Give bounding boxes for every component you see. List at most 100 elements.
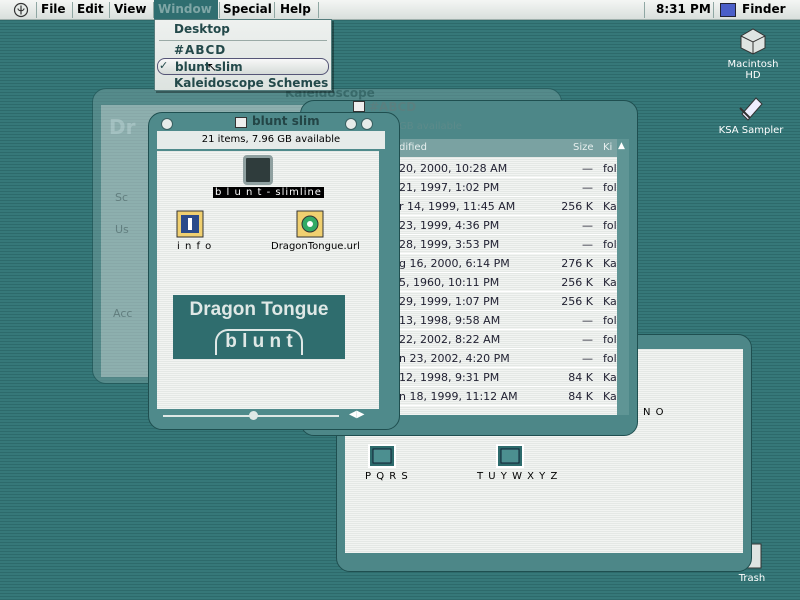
cell-size: —: [582, 219, 593, 232]
list-item[interactable]: n 18, 1999, 11:12 AM 84 K Ka: [397, 387, 617, 406]
label-fragment: Us: [115, 223, 129, 236]
tab-fragment[interactable]: Sc: [115, 191, 128, 204]
item-label: T U Y W X Y Z: [477, 471, 559, 482]
list-item[interactable]: 23, 1999, 4:36 PM — fol: [397, 216, 617, 235]
window-info: GB available: [399, 121, 462, 132]
menu-edit[interactable]: Edit: [73, 0, 108, 19]
folder-icon[interactable]: [495, 441, 525, 471]
cell-size: —: [582, 162, 593, 175]
list-item[interactable]: 21, 1997, 1:02 PM — fol: [397, 178, 617, 197]
item-label: N O: [643, 407, 665, 418]
cell-kind: Ka: [603, 371, 617, 384]
window-menu-dropdown: Desktop #ABCD blunt slim ✓ ↖ Kaleidoscop…: [154, 19, 332, 91]
list-item[interactable]: r 14, 1999, 11:45 AM 256 K Ka: [397, 197, 617, 216]
blunt-slim-window[interactable]: blunt slim 21 items, 7.96 GB available b…: [148, 112, 400, 430]
cell-date: n 23, 2002, 4:20 PM: [399, 352, 510, 365]
folder-title-icon: [235, 117, 247, 128]
document-icon[interactable]: [175, 209, 205, 239]
menu-help[interactable]: Help: [276, 0, 315, 19]
window-info: 21 items, 7.96 GB available: [157, 131, 385, 149]
cell-size: 256 K: [561, 276, 593, 289]
column-modified[interactable]: dified: [399, 139, 427, 157]
finder-icon: [720, 3, 736, 17]
window-title: blunt slim: [252, 114, 320, 128]
vertical-scrollbar[interactable]: ▲: [617, 139, 629, 415]
cell-date: n 18, 1999, 11:12 AM: [399, 390, 518, 403]
cell-date: 22, 2002, 8:22 AM: [399, 333, 501, 346]
list-item[interactable]: 28, 1999, 3:53 PM — fol: [397, 235, 617, 254]
cell-size: —: [582, 314, 593, 327]
menu-file[interactable]: File: [37, 0, 70, 19]
cell-kind: Ka: [603, 276, 617, 289]
menu-view[interactable]: View: [110, 0, 150, 19]
collapse-box-icon[interactable]: [361, 118, 373, 130]
cell-size: 84 K: [568, 371, 593, 384]
list-item[interactable]: 12, 1998, 9:31 PM 84 K Ka: [397, 368, 617, 387]
menu-item-blunt-slim[interactable]: blunt slim: [157, 58, 329, 75]
cell-date: 12, 1998, 9:31 PM: [399, 371, 500, 384]
cell-kind: fol: [603, 352, 617, 365]
list-item[interactable]: 13, 1998, 9:58 AM — fol: [397, 311, 617, 330]
cell-kind: Ka: [603, 200, 617, 213]
cursor-icon: ↖: [207, 60, 218, 74]
file-list: 20, 2000, 10:28 AM — fol 21, 1997, 1:02 PM —…: [397, 159, 617, 415]
list-item[interactable]: n 23, 2002, 4:20 PM — fol: [397, 349, 617, 368]
app-switcher[interactable]: Finder: [738, 0, 790, 19]
menu-item-abcd[interactable]: #ABCD: [155, 42, 331, 59]
cell-date: g 16, 2000, 6:14 PM: [399, 257, 510, 270]
list-item[interactable]: 20, 2000, 10:28 AM — fol: [397, 159, 617, 178]
menu-item-kaleidoscope-schemes[interactable]: Kaleidoscope Schemes: [155, 75, 331, 92]
dragon-tongue-logo: Dragon Tongue b l u n t: [173, 295, 345, 359]
cell-date: 23, 1999, 4:36 PM: [399, 219, 500, 232]
cell-size: 256 K: [561, 295, 593, 308]
folder-icon[interactable]: [367, 441, 397, 471]
horizontal-scrollbar[interactable]: ◀▶: [157, 409, 379, 421]
cell-size: —: [582, 333, 593, 346]
cell-date: r 14, 1999, 11:45 AM: [399, 200, 516, 213]
cell-kind: fol: [603, 333, 617, 346]
cell-kind: Ka: [603, 295, 617, 308]
menu-window[interactable]: Window: [154, 0, 218, 19]
cell-kind: fol: [603, 238, 617, 251]
list-header: dified Size Ki: [397, 139, 617, 157]
cell-date: 21, 1997, 1:02 PM: [399, 181, 500, 194]
cell-date: 5, 1960, 10:11 PM: [399, 276, 500, 289]
close-box-icon[interactable]: [161, 118, 173, 130]
url-file-icon[interactable]: [295, 209, 325, 239]
list-item[interactable]: g 16, 2000, 6:14 PM 276 K Ka: [397, 254, 617, 273]
clock[interactable]: 8:31 PM: [652, 0, 715, 19]
cell-size: —: [582, 352, 593, 365]
column-kind[interactable]: Ki: [603, 139, 612, 157]
item-label: P Q R S: [365, 471, 409, 482]
apple-menu-icon[interactable]: [10, 2, 32, 18]
hard-disk-icon: [740, 28, 766, 55]
scroll-thumb[interactable]: [249, 411, 258, 420]
app-icon[interactable]: [243, 155, 273, 185]
folder-title-icon: [353, 101, 365, 112]
menu-item-desktop[interactable]: Desktop: [155, 21, 331, 38]
column-size[interactable]: Size: [573, 139, 594, 157]
desktop-icon-macintosh-hd[interactable]: Macintosh HD: [720, 26, 786, 81]
cell-kind: fol: [603, 219, 617, 232]
menu-special[interactable]: Special: [219, 0, 276, 19]
cell-size: —: [582, 181, 593, 194]
scroll-arrows-icon[interactable]: ◀▶: [349, 409, 364, 420]
selected-item-label[interactable]: b l u n t - slimline: [213, 187, 324, 198]
list-item[interactable]: 5, 1960, 10:11 PM 256 K Ka: [397, 273, 617, 292]
list-item[interactable]: 22, 2002, 8:22 AM — fol: [397, 330, 617, 349]
cell-kind: fol: [603, 181, 617, 194]
label-fragment: Acc: [113, 307, 133, 320]
cell-date: 28, 1999, 3:53 PM: [399, 238, 500, 251]
menu-bar: File Edit View Window Special Help 8:31 …: [0, 0, 800, 20]
ksa-sampler-icon: [739, 97, 763, 121]
cell-kind: Ka: [603, 257, 617, 270]
cell-size: —: [582, 238, 593, 251]
scroll-up-icon[interactable]: ▲: [618, 141, 625, 151]
cell-size: 276 K: [561, 257, 593, 270]
heading-fragment: Dr: [109, 115, 136, 139]
zoom-box-icon[interactable]: [345, 118, 357, 130]
list-item[interactable]: 29, 1999, 1:07 PM 256 K Ka: [397, 292, 617, 311]
item-label: i n f o: [177, 241, 213, 252]
cell-size: 84 K: [568, 390, 593, 403]
desktop-icon-ksa-sampler[interactable]: KSA Sampler: [716, 92, 786, 138]
